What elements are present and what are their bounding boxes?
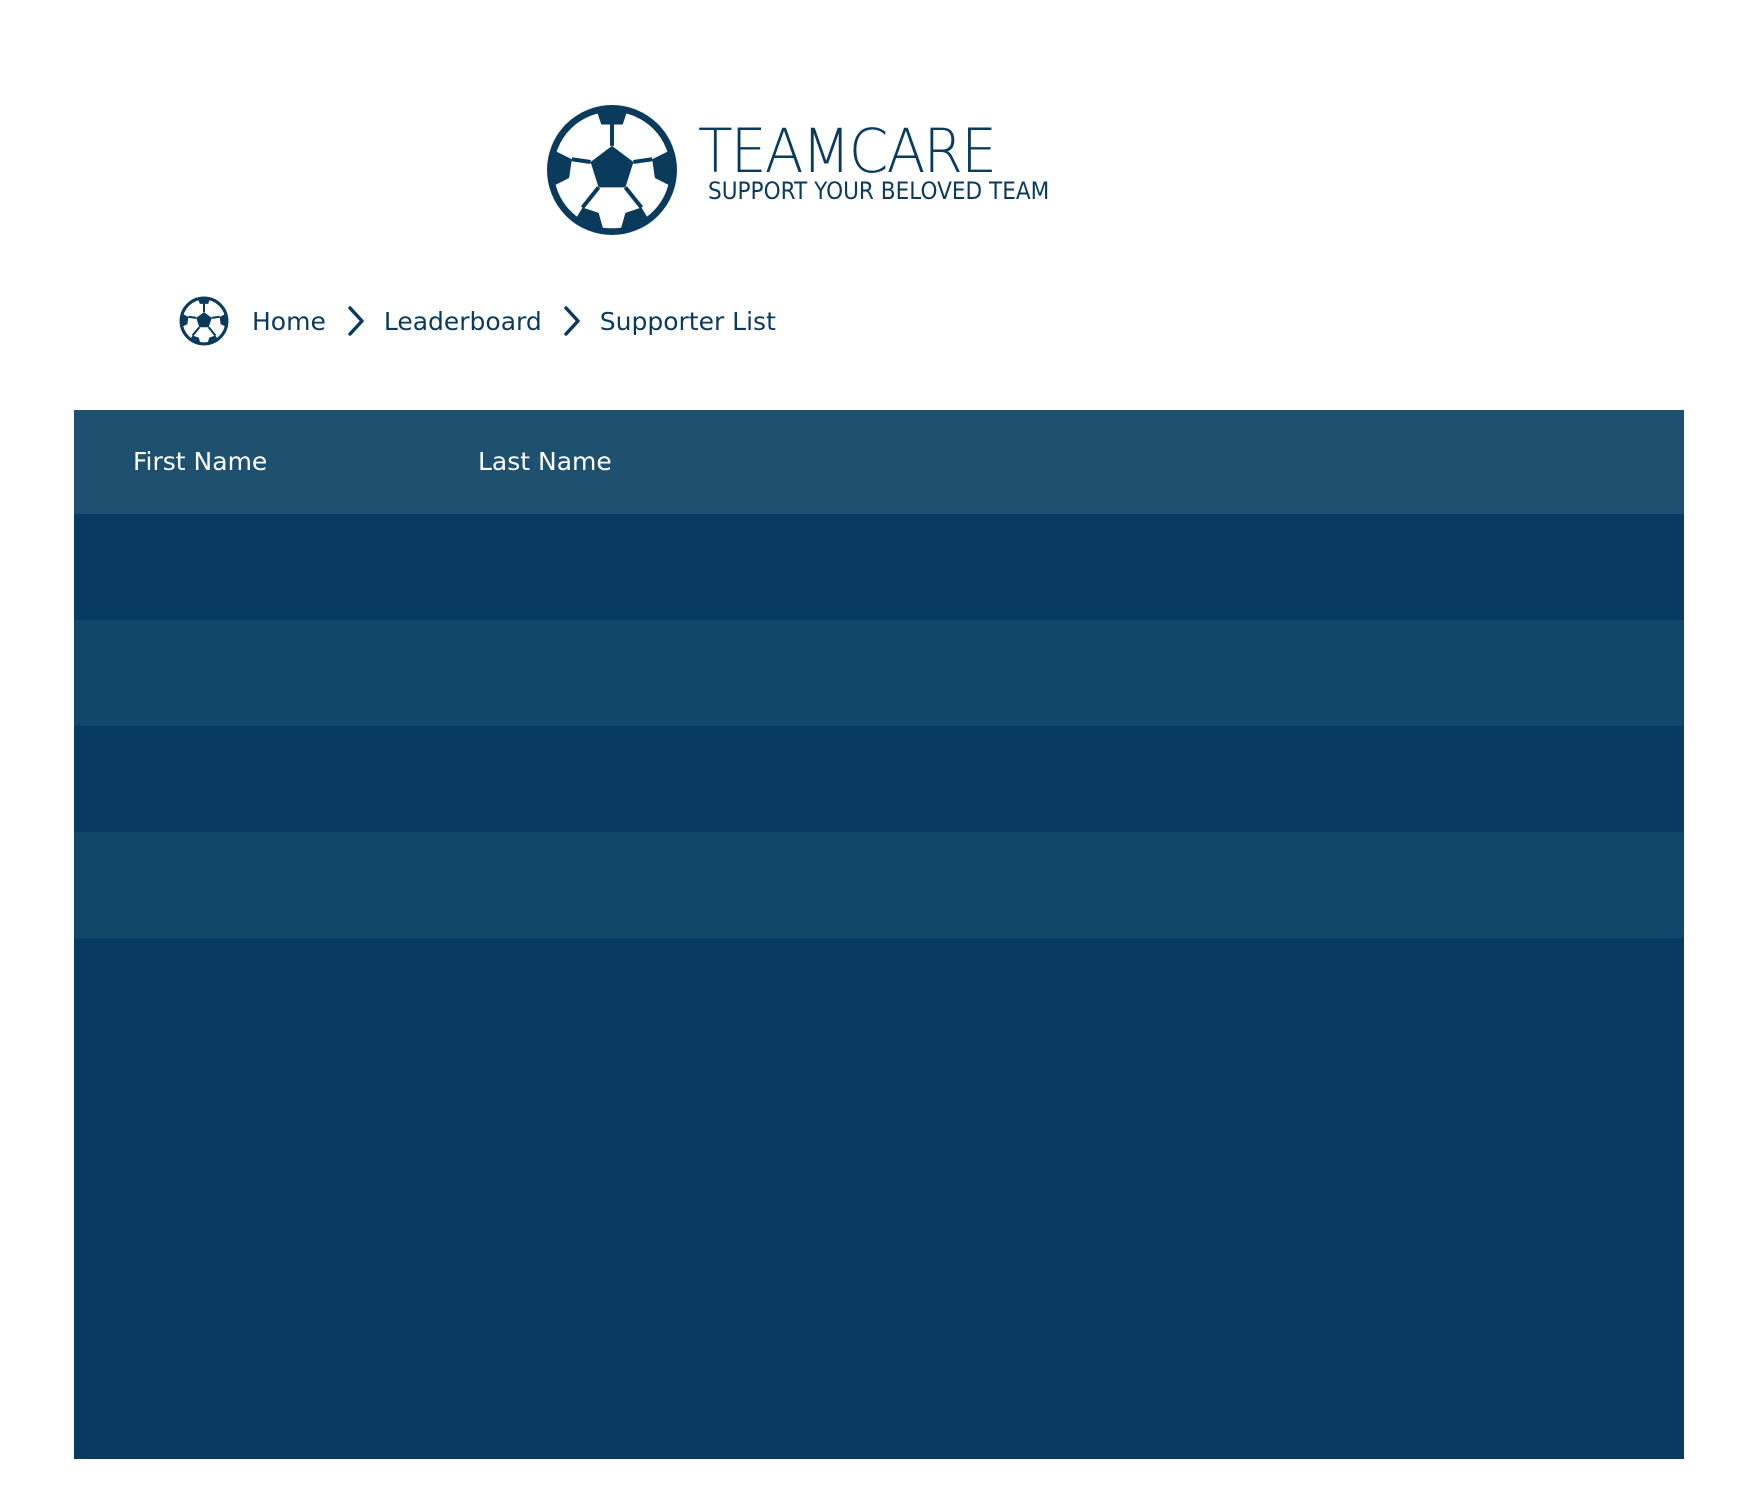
table-row[interactable] [74,514,1684,620]
breadcrumb: Home Leaderboard Supporter List [178,295,776,347]
column-header-last-name[interactable]: Last Name [478,410,612,514]
table-row[interactable] [74,726,1684,832]
soccer-ball-icon [547,105,677,235]
breadcrumb-home[interactable]: Home [252,307,326,336]
table-row[interactable] [74,620,1684,726]
table-header: First Name Last Name [74,410,1684,514]
brand-logo[interactable]: TEAMCARE SUPPORT YOUR BELOVED TEAM [545,103,1105,239]
table-row[interactable] [74,832,1684,938]
breadcrumb-supporter-list: Supporter List [599,306,776,336]
supporter-table: First Name Last Name [74,410,1684,1459]
soccer-ball-icon[interactable] [178,295,230,347]
chevron-right-icon [564,306,580,336]
brand-name: TEAMCARE [698,116,997,187]
column-header-first-name[interactable]: First Name [133,410,267,514]
brand-tagline: SUPPORT YOUR BELOVED TEAM [708,177,1050,205]
breadcrumb-leaderboard[interactable]: Leaderboard [384,307,542,336]
chevron-right-icon [348,306,364,336]
